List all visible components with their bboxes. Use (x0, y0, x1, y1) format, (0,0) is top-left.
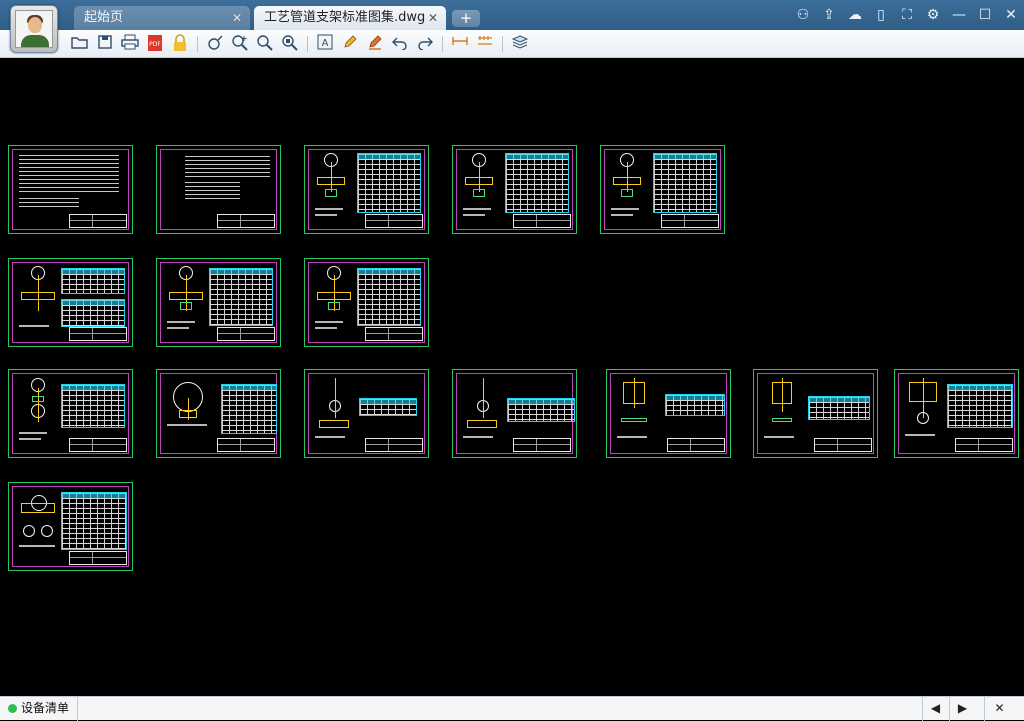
drawing-sheet[interactable] (606, 369, 731, 458)
redo-icon[interactable] (415, 34, 435, 54)
zoom-window-icon[interactable] (230, 34, 250, 54)
equipment-list-label: 设备清单 (21, 701, 70, 715)
print-icon[interactable] (120, 34, 140, 54)
tab-drawing[interactable]: 工艺管道支架标准图集.dwg ✕ (254, 6, 446, 30)
drawing-sheet[interactable] (156, 258, 281, 347)
open-folder-icon[interactable] (70, 34, 90, 54)
drawing-sheet[interactable] (600, 145, 725, 234)
zoom-icon[interactable] (255, 34, 275, 54)
lock-icon[interactable] (170, 34, 190, 54)
close-panel-button[interactable]: ✕ (984, 697, 1014, 721)
maximize-icon[interactable]: ☐ (972, 0, 998, 30)
drawing-sheet[interactable] (156, 145, 281, 234)
drawing-sheet[interactable] (8, 258, 133, 347)
tab-label: 起始页 (84, 10, 124, 25)
window-controls: ⚇ ⇪ ☁ ▯ ⛶ ⚙ — ☐ ✕ (790, 0, 1024, 30)
layers-icon[interactable] (510, 34, 530, 54)
zoom-extents-icon[interactable] (280, 34, 300, 54)
user-avatar[interactable] (10, 5, 58, 53)
toolbar: PDF A (0, 30, 1024, 58)
wechat-icon[interactable]: ☁ (842, 0, 868, 30)
dimension-icon[interactable] (475, 34, 495, 54)
highlighter-icon[interactable] (365, 34, 385, 54)
fullscreen-icon[interactable]: ⛶ (894, 0, 920, 30)
drawing-sheet[interactable] (8, 369, 133, 458)
pan-icon[interactable] (205, 34, 225, 54)
drawing-sheet[interactable] (894, 369, 1019, 458)
drawing-sheet[interactable] (452, 369, 577, 458)
tab-close-icon[interactable]: ✕ (232, 6, 242, 30)
tab-start-page[interactable]: 起始页 ✕ (74, 6, 250, 30)
drawing-sheet[interactable] (304, 369, 429, 458)
drawing-canvas[interactable] (0, 58, 1024, 696)
tab-close-icon[interactable]: ✕ (428, 6, 438, 30)
drawing-sheet[interactable] (8, 482, 133, 571)
next-button[interactable]: ▶ (949, 697, 975, 721)
svg-text:A: A (322, 38, 329, 49)
equipment-list-button[interactable]: 设备清单 (0, 697, 78, 721)
undo-icon[interactable] (390, 34, 410, 54)
share-icon[interactable]: ⇪ (816, 0, 842, 30)
save-icon[interactable] (95, 34, 115, 54)
users-icon[interactable]: ⚇ (790, 0, 816, 30)
phone-icon[interactable]: ▯ (868, 0, 894, 30)
drawing-sheet[interactable] (8, 145, 133, 234)
status-bar: 设备清单 ◀ ▶ ✕ (0, 696, 1024, 721)
pdf-export-icon[interactable]: PDF (145, 34, 165, 54)
drawing-sheet[interactable] (753, 369, 878, 458)
new-tab-button[interactable]: + (452, 10, 480, 27)
pencil-icon[interactable] (340, 34, 360, 54)
measure-icon[interactable] (450, 34, 470, 54)
close-icon[interactable]: ✕ (998, 0, 1024, 30)
title-bar: 起始页 ✕ 工艺管道支架标准图集.dwg ✕ + ⚇ ⇪ ☁ ▯ ⛶ ⚙ — ☐… (0, 0, 1024, 30)
prev-button[interactable]: ◀ (922, 697, 948, 721)
drawing-sheet[interactable] (156, 369, 281, 458)
svg-text:PDF: PDF (149, 41, 161, 48)
drawing-sheet[interactable] (452, 145, 577, 234)
text-icon[interactable]: A (315, 34, 335, 54)
settings-icon[interactable]: ⚙ (920, 0, 946, 30)
tab-label: 工艺管道支架标准图集.dwg (264, 10, 426, 25)
minimize-icon[interactable]: — (946, 0, 972, 30)
drawing-sheet[interactable] (304, 145, 429, 234)
status-dot-icon (8, 704, 17, 713)
drawing-sheet[interactable] (304, 258, 429, 347)
